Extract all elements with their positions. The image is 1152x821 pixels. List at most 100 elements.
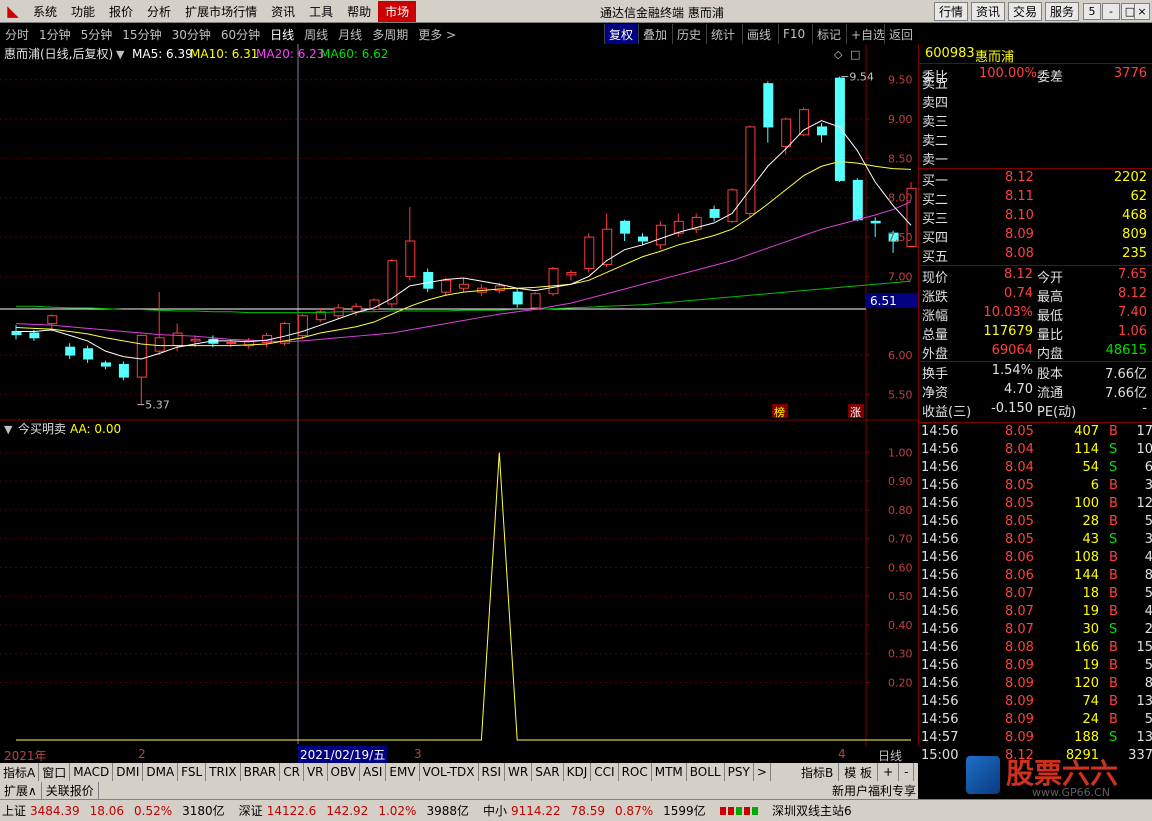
period-daily[interactable]: 日线 <box>265 26 299 43</box>
minimize-icon[interactable]: - <box>1102 3 1120 20</box>
menu-function[interactable]: 功能 <box>64 3 102 20</box>
related-quote-tab[interactable]: 关联报价 <box>42 781 99 799</box>
indicator-tab[interactable]: DMI <box>113 763 144 781</box>
ext-toggle[interactable]: 扩展∧ <box>0 781 42 799</box>
indicator-b-tab[interactable]: 模 板 <box>839 763 879 781</box>
indicator-tab[interactable]: VR <box>304 763 328 781</box>
indicator-b-tab[interactable]: 指标B <box>796 763 840 781</box>
indicator-tab[interactable]: MACD <box>70 763 114 781</box>
menu-ext-market[interactable]: 扩展市场行情 <box>178 3 264 20</box>
ma5-line <box>16 120 912 360</box>
square-icon[interactable]: □ <box>850 48 860 61</box>
chevron-down-icon[interactable]: ▼ <box>116 48 125 61</box>
menu-system[interactable]: 系统 <box>26 3 64 20</box>
indicator-tab[interactable]: CCI <box>591 763 619 781</box>
tick-count: 4 <box>1144 604 1152 619</box>
indicator-tick-label: 0.70 <box>888 533 913 546</box>
indicator-tab[interactable]: MTM <box>652 763 687 781</box>
crosshair-price-text: 6.51 <box>870 294 897 308</box>
period-1min[interactable]: 1分钟 <box>34 26 76 43</box>
buy-price: 8.09 <box>1005 227 1034 242</box>
indicator-tab[interactable]: BRAR <box>241 763 281 781</box>
period-30min[interactable]: 30分钟 <box>167 26 216 43</box>
menu-market[interactable]: 市场 <box>378 0 417 22</box>
indicator-tab[interactable]: DMA <box>143 763 179 781</box>
period-tick[interactable]: 分时 <box>0 26 34 43</box>
buy-label: 买五 <box>922 250 949 265</box>
new-user-promo[interactable]: 新用户福利专享 <box>832 782 916 799</box>
indicator-tab[interactable]: PSY <box>725 763 754 781</box>
menu-analysis[interactable]: 分析 <box>140 3 178 20</box>
indicator-tab[interactable]: OBV <box>328 763 361 781</box>
indicator-tab[interactable]: RSI <box>479 763 506 781</box>
sz-index-label[interactable]: 深证 <box>239 802 263 819</box>
tick-volume: 18 <box>1082 586 1099 601</box>
tick-price: 8.09 <box>1005 730 1034 745</box>
indicator-tick-label: 0.90 <box>888 475 913 488</box>
tool-history[interactable]: 历史 <box>672 24 705 44</box>
indicator-tab[interactable]: 指标A <box>0 763 40 781</box>
menu-tools[interactable]: 工具 <box>302 3 340 20</box>
indicator-b-tab[interactable]: - <box>899 763 915 781</box>
indicator-b-tab[interactable]: + <box>878 763 900 781</box>
info-button[interactable]: 资讯 <box>971 2 1005 21</box>
indicator-tab[interactable]: ASI <box>360 763 387 781</box>
tool-stats[interactable]: 统计 <box>706 24 739 44</box>
kline-chart-svg[interactable]: 9.50 9.00 8.50 8.00 7.50 7.00 6.00 5.50 1.00 0.9… <box>0 44 918 748</box>
quote-button[interactable]: 行情 <box>934 2 968 21</box>
indicator-tab[interactable]: ROC <box>619 763 652 781</box>
indicator-tab[interactable]: EMV <box>386 763 420 781</box>
menu-help[interactable]: 帮助 <box>340 3 378 20</box>
tool-adjust[interactable]: 复权 <box>604 24 638 44</box>
period-60min[interactable]: 60分钟 <box>216 26 265 43</box>
indicator-tab[interactable]: BOLL <box>687 763 725 781</box>
tick-time: 14:56 <box>921 694 959 709</box>
indicator-tab[interactable]: TRIX <box>206 763 241 781</box>
diamond-icon[interactable]: ◇ <box>834 48 843 61</box>
buy-row: 买一 8.12 2202 <box>919 169 1152 189</box>
menu-info[interactable]: 资讯 <box>264 3 302 20</box>
period-monthly[interactable]: 月线 <box>333 26 367 43</box>
tick-volume: 24 <box>1082 712 1099 727</box>
chart-area[interactable]: 9.50 9.00 8.50 8.00 7.50 7.00 6.00 5.50 1.00 0.9… <box>0 44 918 748</box>
close-icon[interactable]: × <box>1134 3 1150 20</box>
period-5min[interactable]: 5分钟 <box>76 26 118 43</box>
indicator-tab[interactable]: 窗口 <box>39 763 71 781</box>
candle-body <box>512 291 523 305</box>
indicator-tab[interactable]: WR <box>505 763 533 781</box>
buy-volume: 62 <box>1130 189 1147 204</box>
date-label-feb: 2 <box>138 747 146 761</box>
candle-body <box>441 279 452 293</box>
indicator-tab[interactable]: SAR <box>532 763 564 781</box>
quote-panel: 600983 惠而浦 委比 100.00% 委差 3776 卖五 卖四 卖三 卖二 … <box>918 44 1152 763</box>
tick-time: 14:56 <box>921 460 959 475</box>
indicator-chevron-icon[interactable]: ▼ <box>4 423 13 436</box>
period-multi[interactable]: 多周期 <box>367 26 413 43</box>
tool-f10[interactable]: F10 <box>778 24 809 44</box>
service-button[interactable]: 服务 <box>1045 2 1079 21</box>
indicator-tab[interactable]: KDJ <box>564 763 592 781</box>
tick-direction: B <box>1109 514 1118 529</box>
indicator-tab[interactable]: CR <box>280 763 304 781</box>
tool-draw[interactable]: 画线 <box>742 24 775 44</box>
server-site[interactable]: 深圳双线主站6 <box>772 802 852 819</box>
tool-add-favorite[interactable]: +自选 <box>846 24 889 44</box>
indicator-tab[interactable]: FSL <box>178 763 207 781</box>
indicator-tab[interactable]: VOL-TDX <box>420 763 479 781</box>
period-15min[interactable]: 15分钟 <box>117 26 166 43</box>
indicator-tab[interactable]: > <box>754 763 771 781</box>
tool-overlay[interactable]: 叠加 <box>638 24 671 44</box>
tool-mark[interactable]: 标记 <box>812 24 845 44</box>
buy-price: 8.08 <box>1005 246 1034 261</box>
menu-quote[interactable]: 报价 <box>102 3 140 20</box>
trade-button[interactable]: 交易 <box>1008 2 1042 21</box>
period-more[interactable]: 更多 > <box>413 26 461 43</box>
candle-body <box>870 220 881 224</box>
tick-volume: 43 <box>1082 532 1099 547</box>
layout-icon[interactable]: 5 <box>1083 3 1101 20</box>
zx-index-label[interactable]: 中小 <box>483 802 507 819</box>
low-price-label: 5.37 <box>145 399 170 412</box>
sh-index-label[interactable]: 上证 <box>2 802 26 819</box>
period-weekly[interactable]: 周线 <box>299 26 333 43</box>
tool-back[interactable]: 返回 <box>884 24 917 44</box>
